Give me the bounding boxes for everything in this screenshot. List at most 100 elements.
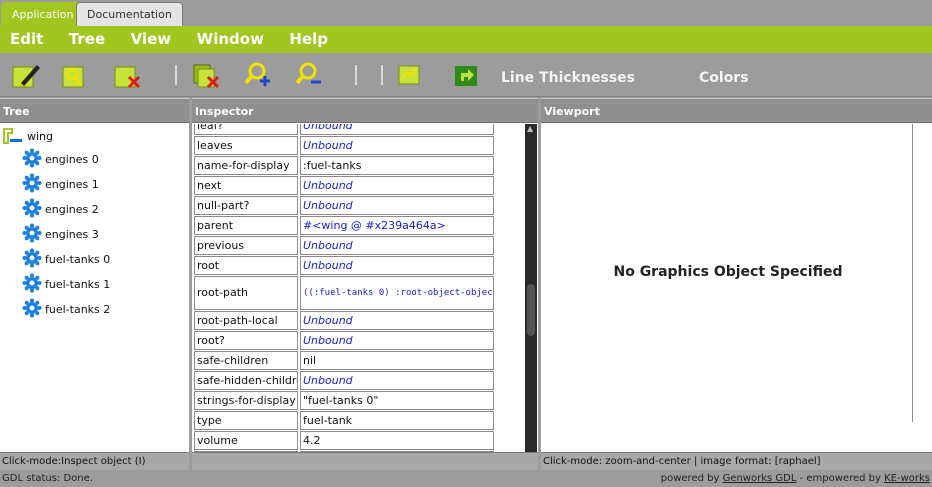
tab-documentation[interactable]: Documentation (76, 2, 183, 26)
tree-status: Click-mode:Inspect object (I) (0, 452, 189, 470)
tree-node-label[interactable]: fuel-tanks 2 (45, 303, 110, 316)
inspector-value: fuel-tank (300, 411, 494, 430)
toolbar: Line Thicknesses Colors (0, 53, 932, 97)
menu-edit[interactable]: Edit (10, 26, 43, 53)
inspector-key: leaf? (194, 124, 298, 135)
inspector-value[interactable]: Unbound (300, 124, 494, 135)
inspector-key: volume (194, 431, 298, 450)
inspector-key: name-for-display (194, 156, 298, 175)
zoom-in-icon[interactable] (242, 61, 272, 89)
menu-view[interactable]: View (131, 26, 172, 53)
scrollbar-thumb[interactable] (527, 284, 535, 336)
inspector-header: Inspector (192, 98, 538, 123)
line-thicknesses-button[interactable]: Line Thicknesses (501, 70, 635, 86)
inspector-key: next (194, 176, 298, 195)
inspector-key: safe-hidden-children (194, 371, 298, 390)
left-splitter[interactable] (189, 97, 192, 471)
gdl-status-bar: GDL status: Done. powered by Genworks GD… (0, 470, 932, 487)
gear-icon (22, 223, 42, 246)
genworks-link[interactable]: Genworks GDL (723, 473, 797, 484)
tree-node[interactable]: fuel-tanks 2 (22, 298, 110, 319)
pencil-icon[interactable] (11, 61, 41, 89)
tree-node-label[interactable]: fuel-tanks 1 (45, 278, 110, 291)
inspector-key: root? (194, 331, 298, 350)
inspector-value[interactable]: Unbound (300, 136, 494, 155)
viewport-canvas[interactable]: No Graphics Object Specified (543, 124, 913, 422)
refresh-icon[interactable] (452, 61, 482, 89)
inspector-row: leaf? Unbound (194, 124, 496, 135)
inspector-value[interactable]: Unbound (300, 331, 494, 350)
inspector-key: leaves (194, 136, 298, 155)
inspector-row: root-path ((:fuel-tanks 0) :root-object-o… (194, 276, 496, 310)
tree-node[interactable]: fuel-tanks 0 (22, 248, 110, 271)
inspector-value[interactable]: Unbound (300, 196, 494, 215)
menu-bar: Edit Tree View Window Help (0, 26, 932, 53)
tree-node[interactable]: engines 2 (22, 198, 99, 221)
inspector-status (192, 452, 538, 470)
viewport-status: Click-mode: zoom-and-center | image form… (541, 452, 932, 470)
tree-node-label[interactable]: engines 3 (45, 228, 99, 241)
inspector-row: volume 4.2 (194, 431, 496, 450)
inspector-value: "fuel-tanks 0" (300, 391, 494, 410)
tree-node[interactable]: fuel-tanks 1 (22, 273, 110, 296)
inspector-value: :fuel-tanks (300, 156, 494, 175)
inspector-row: previous Unbound (194, 236, 496, 255)
tree-root-node[interactable]: wing (2, 124, 53, 148)
inspector-value[interactable]: Unbound (300, 236, 494, 255)
tree-node[interactable]: engines 3 (22, 223, 99, 246)
inspector-value[interactable]: Unbound (300, 371, 494, 390)
gear-icon (22, 248, 42, 271)
gear-icon (22, 173, 42, 196)
toolbar-separator (175, 65, 177, 85)
inspector-value[interactable]: ((:fuel-tanks 0) :root-object-object) (300, 276, 494, 310)
gdl-status: GDL status: Done. (2, 473, 93, 484)
inspector-key: type (194, 411, 298, 430)
tree-header: Tree (0, 98, 189, 123)
empowered-label: - empowered by (796, 473, 885, 484)
inspector-row: parent #<wing @ #x239a464a> (194, 216, 496, 235)
viewport-panel: Viewport No Graphics Object Specified (541, 98, 932, 452)
tree-node[interactable]: engines 0 (22, 148, 99, 169)
collapse-icon[interactable] (2, 125, 24, 147)
inspector-key: root-path-local (194, 311, 298, 330)
inspector-key: null-part? (194, 196, 298, 215)
inspector-key: root-path (194, 276, 298, 310)
gear-icon (22, 198, 42, 221)
powered-by-label: powered by (660, 473, 723, 484)
inspector-value[interactable]: #<wing @ #x239a464a> (300, 216, 494, 235)
inspector-row: root Unbound (194, 256, 496, 275)
tab-application[interactable]: Application (1, 2, 85, 26)
colors-button[interactable]: Colors (699, 70, 749, 86)
clear-icon[interactable] (113, 61, 143, 89)
inspector-key: root (194, 256, 298, 275)
menu-tree[interactable]: Tree (69, 26, 105, 53)
graph-icon[interactable] (396, 61, 426, 89)
app-window: Application Documentation Edit Tree View… (0, 0, 932, 487)
inspector-value[interactable]: Unbound (300, 256, 494, 275)
zoom-icon[interactable] (61, 61, 91, 89)
inspector-value: nil (300, 351, 494, 370)
tree-node[interactable]: engines 1 (22, 173, 99, 196)
tree-node-label[interactable]: engines 1 (45, 178, 99, 191)
inspector-value[interactable]: Unbound (300, 176, 494, 195)
inspector-key: previous (194, 236, 298, 255)
inspector-row: name-for-display:fuel-tanks (194, 156, 496, 175)
inspector-value[interactable]: Unbound (300, 311, 494, 330)
zoom-out-icon[interactable] (293, 61, 323, 89)
menu-help[interactable]: Help (289, 26, 328, 53)
inspector-row: leaves Unbound (194, 136, 496, 155)
scroll-up-icon[interactable]: ▲ (527, 124, 533, 133)
tree-node-label[interactable]: fuel-tanks 0 (45, 253, 110, 266)
inspector-scrollbar[interactable]: ▲ ▼ (525, 124, 537, 468)
delete-icon[interactable] (192, 61, 222, 89)
tree-root-label[interactable]: wing (27, 130, 53, 143)
menu-window[interactable]: Window (197, 26, 264, 53)
inspector-row: root-path-local Unbound (194, 311, 496, 330)
right-splitter[interactable] (538, 97, 541, 471)
gear-icon (22, 273, 42, 296)
tree-node-label[interactable]: engines 2 (45, 203, 99, 216)
viewport-message: No Graphics Object Specified (613, 264, 843, 280)
keworks-link[interactable]: KE-works (884, 473, 930, 484)
tree-node-label[interactable]: engines 0 (45, 153, 99, 166)
inspector-row: root? Unbound (194, 331, 496, 350)
